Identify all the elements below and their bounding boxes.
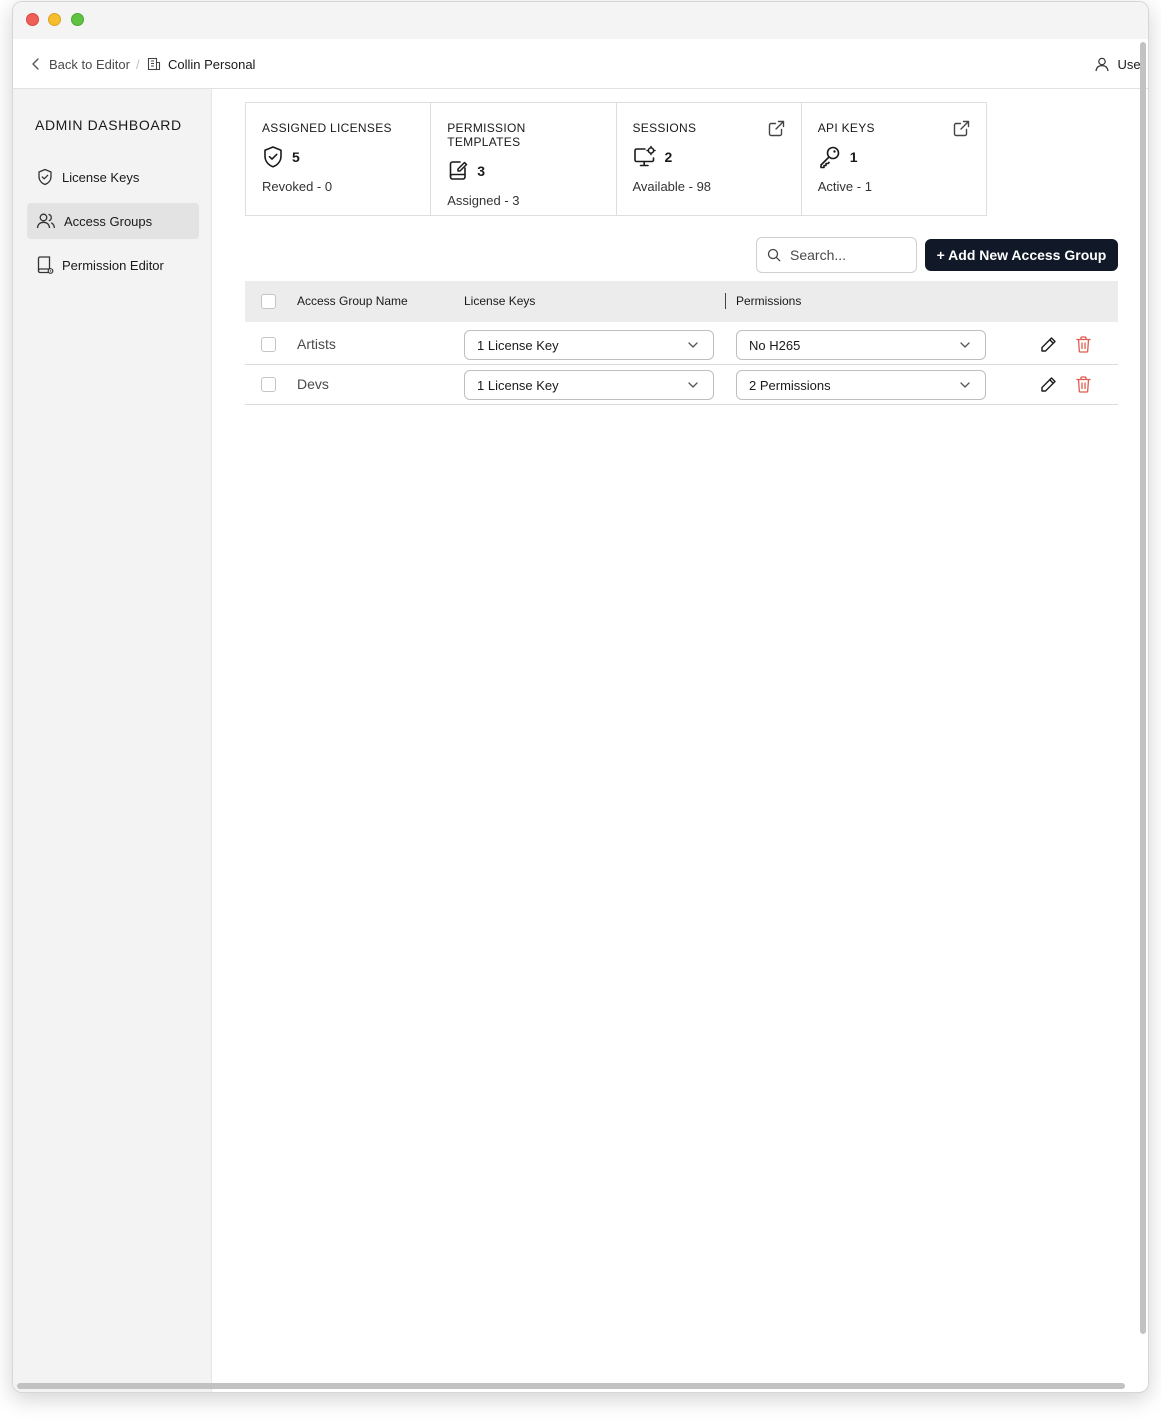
app-window: Back to Editor / Collin Personal User AD…	[12, 1, 1149, 1393]
users-icon	[36, 213, 56, 229]
breadcrumb-separator: /	[136, 56, 140, 72]
chevron-down-icon	[960, 342, 970, 348]
building-icon	[147, 57, 161, 71]
column-header-permissions: Permissions	[736, 294, 802, 308]
stats-cards: ASSIGNED LICENSES 5 Revoked - 0 PERMISSI…	[245, 102, 987, 216]
search-icon	[767, 248, 781, 262]
api-keys-open-link[interactable]	[953, 120, 970, 142]
search-input[interactable]	[790, 247, 900, 263]
access-groups-table: Access Group Name License Keys Permissio…	[245, 281, 1118, 405]
stat-card-label: PERMISSION TEMPLATES	[447, 121, 526, 149]
sidebar: ADMIN DASHBOARD License Keys Access Grou…	[13, 89, 212, 1392]
chevron-down-icon	[688, 382, 698, 388]
sidebar-title: ADMIN DASHBOARD	[35, 117, 182, 133]
sidebar-item-access-groups[interactable]: Access Groups	[27, 203, 199, 239]
permission-doc-icon	[37, 256, 54, 274]
user-icon	[1094, 57, 1109, 71]
user-menu[interactable]: User	[1094, 39, 1145, 89]
stat-card-value: 3	[477, 163, 486, 179]
stat-card-sub: Active - 1	[817, 179, 872, 194]
column-divider[interactable]	[725, 293, 726, 309]
chevron-down-icon	[688, 342, 698, 348]
table-header: Access Group Name License Keys Permissio…	[245, 281, 1118, 322]
close-window-button[interactable]	[26, 13, 39, 26]
chevron-down-icon	[960, 382, 970, 388]
stat-card-assigned-licenses: ASSIGNED LICENSES 5 Revoked - 0	[246, 103, 432, 215]
license-keys-dropdown[interactable]: 1 License Key	[464, 330, 714, 360]
top-bar: Back to Editor / Collin Personal User	[13, 39, 1148, 89]
sessions-open-link[interactable]	[768, 120, 785, 142]
zoom-window-button[interactable]	[71, 13, 84, 26]
back-to-editor-label: Back to Editor	[49, 56, 130, 72]
column-header-name: Access Group Name	[297, 294, 408, 308]
edit-pencil-icon[interactable]	[1040, 376, 1057, 393]
chevron-left-icon	[32, 58, 39, 70]
document-edit-icon	[449, 161, 468, 180]
external-link-icon	[768, 120, 784, 137]
stat-card-label: API KEYS	[817, 121, 875, 135]
trash-icon[interactable]	[1076, 376, 1091, 393]
access-group-name: Artists	[297, 336, 336, 352]
stat-card-sub: Revoked - 0	[262, 179, 333, 194]
dropdown-value: No H265	[749, 337, 801, 353]
sidebar-item-label: Permission Editor	[62, 257, 164, 273]
stat-card-value: 5	[292, 149, 300, 165]
dropdown-value: 1 License Key	[477, 377, 559, 393]
minimize-window-button[interactable]	[48, 13, 61, 26]
column-header-license-keys: License Keys	[464, 294, 536, 308]
add-access-group-button[interactable]: + Add New Access Group	[925, 239, 1118, 271]
stat-card-sub: Assigned - 3	[447, 193, 520, 208]
access-group-name: Devs	[297, 376, 329, 392]
window-titlebar	[13, 2, 1148, 39]
horizontal-scrollbar[interactable]	[17, 1383, 1125, 1389]
stat-card-permission-templates: PERMISSION TEMPLATES 3 Assigned - 3	[431, 103, 617, 215]
sidebar-item-label: License Keys	[62, 169, 140, 185]
dropdown-value: 1 License Key	[477, 337, 559, 353]
stat-card-label: ASSIGNED LICENSES	[262, 121, 392, 135]
table-row: Artists 1 License Key No H265	[245, 325, 1118, 365]
stat-card-sub: Available - 98	[632, 179, 712, 194]
sidebar-item-permission-editor[interactable]: Permission Editor	[27, 247, 199, 283]
edit-pencil-icon[interactable]	[1040, 336, 1057, 353]
sidebar-item-license-keys[interactable]: License Keys	[27, 159, 199, 195]
monitor-gear-icon	[633, 145, 656, 167]
stat-card-value: 2	[664, 149, 673, 165]
shield-check-icon	[264, 146, 282, 168]
external-link-icon	[953, 120, 970, 137]
sidebar-item-label: Access Groups	[64, 213, 153, 229]
permissions-dropdown[interactable]: No H265	[736, 330, 986, 360]
select-all-checkbox[interactable]	[261, 294, 276, 309]
permissions-dropdown[interactable]: 2 Permissions	[736, 370, 986, 400]
organization-name: Collin Personal	[168, 56, 256, 72]
row-checkbox[interactable]	[261, 337, 276, 352]
dropdown-value: 2 Permissions	[749, 377, 831, 393]
shield-check-icon	[38, 168, 52, 186]
stat-card-sessions: SESSIONS 2 Available - 98	[617, 103, 802, 215]
stat-card-value: 1	[849, 149, 858, 165]
trash-icon[interactable]	[1076, 336, 1091, 353]
table-row: Devs 1 License Key 2 Permissions	[245, 365, 1118, 405]
organization-breadcrumb[interactable]: Collin Personal	[147, 39, 255, 89]
key-icon	[819, 146, 840, 169]
vertical-scrollbar[interactable]	[1140, 42, 1146, 1334]
row-checkbox[interactable]	[261, 377, 276, 392]
stat-card-api-keys: API KEYS 1 Active - 1	[802, 103, 986, 215]
license-keys-dropdown[interactable]: 1 License Key	[464, 370, 714, 400]
stat-card-label: SESSIONS	[632, 121, 697, 135]
search-field[interactable]	[756, 237, 917, 273]
back-to-editor-link[interactable]: Back to Editor	[31, 39, 130, 89]
